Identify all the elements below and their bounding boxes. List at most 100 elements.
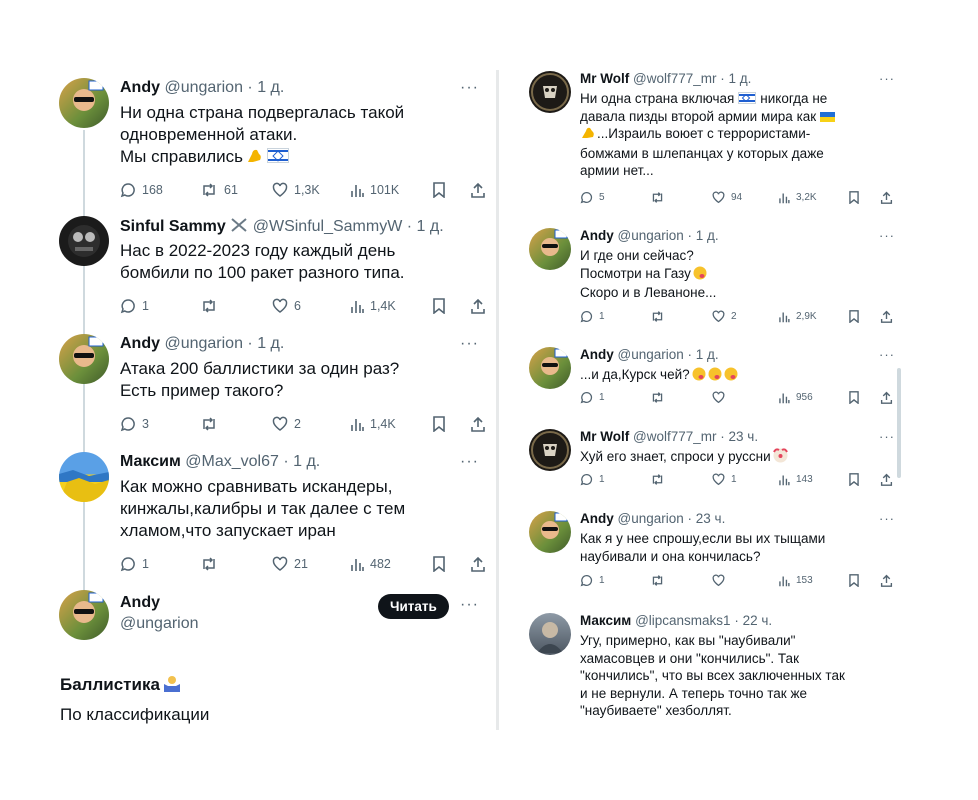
tweet[interactable]: Sinful Sammy @WSinful_SammyW · 1 д. Нас … [52,216,489,316]
timestamp[interactable]: · 1 д. [688,347,719,362]
retweet-button[interactable] [650,191,712,204]
timestamp[interactable]: · 1 д. [407,218,444,235]
author-name[interactable]: Andy [120,79,160,96]
bookmark-button[interactable] [432,182,470,198]
like-button[interactable]: 6 [272,298,350,314]
author-name[interactable]: Andy [120,594,199,612]
reply-button[interactable]: 168 [120,182,200,198]
reply-button[interactable]: 1 [120,298,200,314]
views-button[interactable]: 1,4K [350,298,432,314]
reply-button[interactable]: 1 [580,310,650,323]
follow-button[interactable]: Читать [378,594,449,619]
views-button[interactable]: 153 [778,574,848,587]
like-button[interactable] [712,391,778,404]
share-button[interactable] [470,556,486,572]
views-button[interactable]: 1,4K [350,416,432,432]
main-post-header[interactable]: Andy @ungarion Читать ··· [52,590,489,650]
avatar[interactable] [529,429,571,471]
author-name[interactable]: Mr Wolf [580,429,629,444]
bookmark-button[interactable] [432,416,470,432]
reply-button[interactable]: 5 [580,191,650,204]
retweet-button[interactable] [650,391,712,404]
more-icon[interactable]: ··· [460,79,479,97]
timestamp[interactable]: · 1 д. [720,71,751,86]
timestamp[interactable]: · 23 ч. [720,429,758,444]
avatar[interactable] [529,228,571,270]
reply-button[interactable]: 1 [580,473,650,486]
author-name[interactable]: Sinful Sammy [120,218,226,235]
bookmark-button[interactable] [848,191,880,204]
author-name[interactable]: Andy [580,228,614,243]
timestamp[interactable]: · 1 д. [688,228,719,243]
bookmark-button[interactable] [848,310,880,323]
reply-button[interactable]: 1 [580,574,650,587]
like-button[interactable]: 2 [272,416,350,432]
bookmark-button[interactable] [848,574,880,587]
author-name[interactable]: Andy [580,347,614,362]
more-icon[interactable]: ··· [879,71,895,86]
author-handle[interactable]: @ungarion [618,347,684,362]
retweet-button[interactable] [650,310,712,323]
reply-button[interactable]: 1 [120,556,200,572]
timestamp[interactable]: · 1 д. [247,335,284,352]
author-handle[interactable]: @ungarion [164,79,243,96]
avatar[interactable] [59,452,109,502]
author-handle[interactable]: @lipcansmaks1 [635,613,731,628]
bookmark-button[interactable] [432,298,470,314]
tweet[interactable]: Максим @lipcansmaks1 · 22 ч. Угу, пример… [525,613,905,728]
more-icon[interactable]: ··· [879,228,895,243]
retweet-button[interactable] [200,298,272,314]
author-name[interactable]: Максим [120,453,181,470]
reply-button[interactable]: 3 [120,416,200,432]
more-icon[interactable]: ··· [879,429,895,444]
timestamp[interactable]: · 1 д. [247,79,284,96]
tweet[interactable]: Andy @ungarion · 1 д. ··· ...и да,Курск … [525,347,905,411]
timestamp[interactable]: · 1 д. [283,453,320,470]
share-button[interactable] [880,574,893,587]
avatar[interactable] [529,71,571,113]
share-button[interactable] [470,298,486,314]
views-button[interactable]: 101K [350,182,432,198]
more-icon[interactable]: ··· [460,335,479,353]
share-button[interactable] [880,473,893,486]
author-handle[interactable]: @wolf777_mr [633,429,717,444]
share-button[interactable] [470,416,486,432]
tweet[interactable]: Andy @ungarion · 23 ч. ··· Как я у нее с… [525,511,905,595]
more-icon[interactable]: ··· [879,511,895,526]
author-handle[interactable]: @Max_vol67 [185,453,279,470]
retweet-button[interactable] [200,556,272,572]
tweet[interactable]: Andy @ungarion · 1 д. ··· Ни одна страна… [52,78,489,198]
share-button[interactable] [880,310,893,323]
more-icon[interactable]: ··· [460,453,479,471]
author-name[interactable]: Максим [580,613,631,628]
like-button[interactable]: 1,3K [272,182,350,198]
avatar[interactable] [59,590,109,640]
tweet[interactable]: Mr Wolf @wolf777_mr · 23 ч. ··· Хуй его … [525,429,905,493]
tweet[interactable]: Mr Wolf @wolf777_mr · 1 д. ··· Ни одна с… [525,71,905,211]
author-name[interactable]: Andy [580,511,614,526]
author-handle[interactable]: @ungarion [164,335,243,352]
author-name[interactable]: Mr Wolf [580,71,629,86]
views-button[interactable]: 143 [778,473,848,486]
author-name[interactable]: Andy [120,335,160,352]
like-button[interactable]: 94 [712,191,778,204]
more-icon[interactable]: ··· [460,596,479,614]
views-button[interactable]: 482 [350,556,432,572]
tweet[interactable]: Максим @Max_vol67 · 1 д. ··· Как можно с… [52,452,489,572]
timestamp[interactable]: · 22 ч. [734,613,772,628]
bookmark-button[interactable] [848,473,880,486]
share-button[interactable] [880,391,893,404]
views-button[interactable]: 3,2K [778,191,848,204]
share-button[interactable] [470,182,486,198]
like-button[interactable]: 1 [712,473,778,486]
avatar[interactable] [529,613,571,655]
retweet-button[interactable] [650,473,712,486]
author-handle[interactable]: @wolf777_mr [633,71,717,86]
author-handle[interactable]: @WSinful_SammyW [253,218,403,235]
author-handle[interactable]: @ungarion [120,615,199,633]
bookmark-button[interactable] [848,391,880,404]
avatar[interactable] [59,334,109,384]
retweet-button[interactable] [650,574,712,587]
tweet[interactable]: Andy @ungarion · 1 д. ··· И где они сейч… [525,228,905,328]
like-button[interactable]: 2 [712,310,778,323]
